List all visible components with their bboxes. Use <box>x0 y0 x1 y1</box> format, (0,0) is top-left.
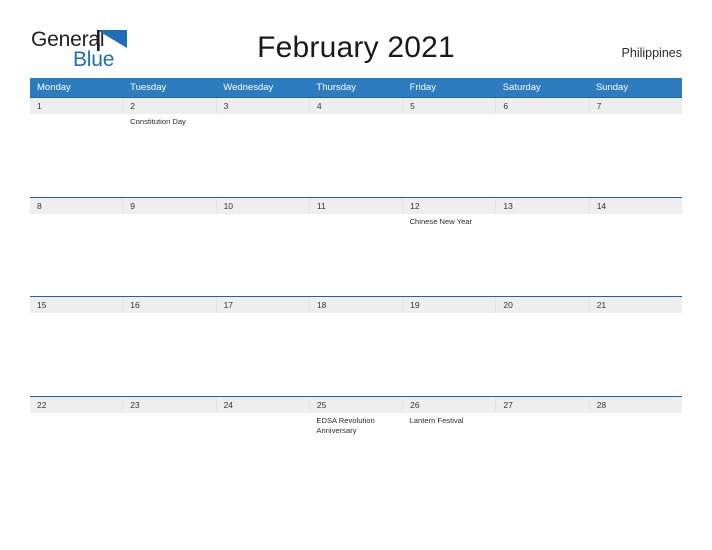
week-date-band: 8 9 10 11 12 13 14 <box>30 197 682 214</box>
day-cell[interactable] <box>496 214 589 296</box>
event-label: Constitution Day <box>130 117 186 126</box>
day-cell[interactable] <box>30 114 123 196</box>
event-label: Lantern Festival <box>409 415 464 425</box>
date-number[interactable]: 18 <box>308 297 402 313</box>
day-cell[interactable]: Lantern Festival <box>403 413 496 495</box>
weekday-monday: Monday <box>37 82 71 93</box>
event-label: Chinese New Year <box>409 216 473 226</box>
weekday-wednesday: Wednesday <box>223 82 274 93</box>
calendar-grid: Monday Tuesday Wednesday Thursday Friday… <box>30 78 682 495</box>
weekday-thursday: Thursday <box>316 82 357 93</box>
date-number[interactable]: 25 <box>308 396 402 413</box>
date-number[interactable]: 11 <box>308 197 402 214</box>
day-cell[interactable]: Chinese New Year <box>403 214 496 296</box>
day-cell[interactable] <box>216 114 309 196</box>
day-cell[interactable] <box>30 413 123 495</box>
date-number[interactable]: 8 <box>30 198 122 214</box>
date-number[interactable]: 2 <box>122 98 215 114</box>
date-number[interactable]: 6 <box>495 98 588 114</box>
date-number[interactable]: 1 <box>30 98 122 114</box>
date-number[interactable]: 28 <box>588 396 682 413</box>
country-label: Philippines <box>621 46 682 60</box>
day-cell[interactable] <box>216 313 309 395</box>
day-cell[interactable] <box>216 413 309 495</box>
week-events-row: Chinese New Year <box>30 214 682 296</box>
date-number[interactable]: 13 <box>495 197 588 214</box>
day-cell[interactable] <box>216 214 309 296</box>
date-number[interactable]: 20 <box>495 297 588 313</box>
date-number[interactable]: 14 <box>588 197 682 214</box>
weekday-header-row: Monday Tuesday Wednesday Thursday Friday… <box>30 78 682 97</box>
day-cell[interactable]: EDSA Revolution Anniversary <box>309 413 402 495</box>
date-number[interactable]: 17 <box>215 297 309 313</box>
day-cell[interactable] <box>309 114 402 196</box>
day-cell[interactable] <box>309 214 402 296</box>
date-number[interactable]: 23 <box>122 396 215 413</box>
day-cell[interactable] <box>403 114 496 196</box>
week-row: 22 23 24 25 26 27 28 EDSA Revolution Ann… <box>30 395 682 496</box>
date-number[interactable]: 27 <box>495 396 588 413</box>
day-cell[interactable] <box>403 313 496 395</box>
day-cell[interactable] <box>123 313 216 395</box>
page-header: General Blue February 2021 Philippines <box>0 0 712 71</box>
weekday-friday: Friday <box>409 82 436 93</box>
date-number[interactable]: 5 <box>402 98 495 114</box>
day-cell[interactable] <box>30 313 123 395</box>
day-cell[interactable] <box>496 114 589 196</box>
week-events-row: EDSA Revolution Anniversary Lantern Fest… <box>30 413 682 495</box>
date-number[interactable]: 10 <box>215 197 309 214</box>
date-number[interactable]: 26 <box>402 396 495 413</box>
day-cell[interactable] <box>30 214 123 296</box>
date-number[interactable]: 15 <box>30 297 122 313</box>
weekday-saturday: Saturday <box>502 82 541 93</box>
date-number[interactable]: 12 <box>402 197 495 214</box>
date-number[interactable]: 9 <box>122 197 215 214</box>
week-row: 8 9 10 11 12 13 14 Chinese New Year <box>30 196 682 297</box>
day-cell[interactable] <box>123 214 216 296</box>
date-number[interactable]: 21 <box>588 297 682 313</box>
date-number[interactable]: 19 <box>402 297 495 313</box>
week-row: 1 2 3 4 5 6 7 Constitution Day <box>30 97 682 197</box>
week-row: 15 16 17 18 19 20 21 <box>30 296 682 396</box>
day-cell[interactable] <box>589 214 682 296</box>
date-number[interactable]: 4 <box>308 98 402 114</box>
weekday-sunday: Sunday <box>595 82 629 93</box>
date-number[interactable]: 7 <box>588 98 682 114</box>
weekday-tuesday: Tuesday <box>130 82 167 93</box>
day-cell[interactable] <box>496 413 589 495</box>
week-events-row: Constitution Day <box>30 114 682 196</box>
day-cell[interactable] <box>589 313 682 395</box>
date-number[interactable]: 3 <box>215 98 309 114</box>
event-label: EDSA Revolution Anniversary <box>316 415 375 436</box>
page-title: February 2021 <box>257 31 455 64</box>
week-date-band: 1 2 3 4 5 6 7 <box>30 98 682 114</box>
day-cell[interactable] <box>309 313 402 395</box>
day-cell[interactable] <box>589 114 682 196</box>
date-number[interactable]: 16 <box>122 297 215 313</box>
date-number[interactable]: 24 <box>215 396 309 413</box>
week-events-row <box>30 313 682 395</box>
day-cell[interactable] <box>589 413 682 495</box>
week-date-band: 15 16 17 18 19 20 21 <box>30 297 682 313</box>
week-date-band: 22 23 24 25 26 27 28 <box>30 396 682 413</box>
date-number[interactable]: 22 <box>30 397 122 413</box>
day-cell[interactable] <box>496 313 589 395</box>
day-cell[interactable] <box>123 413 216 495</box>
day-cell[interactable]: Constitution Day <box>123 114 216 196</box>
